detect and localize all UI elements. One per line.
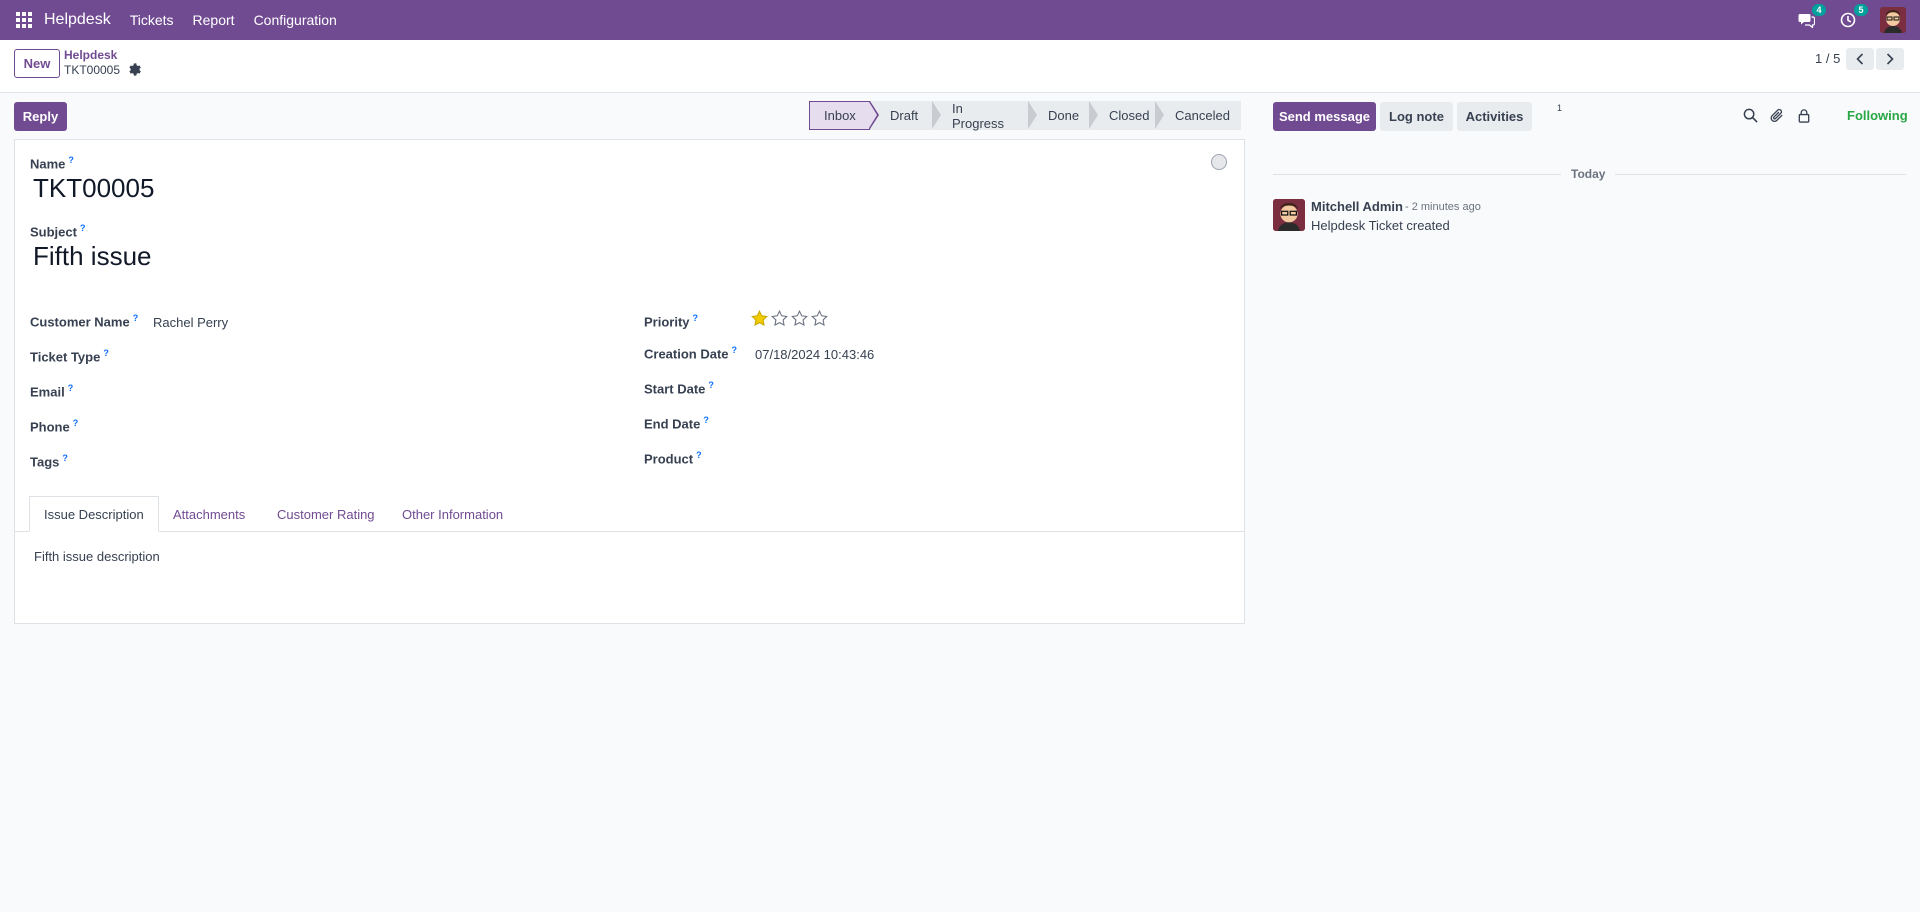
message-author-avatar[interactable] [1273, 199, 1305, 231]
activities-button[interactable]: Activities [1457, 102, 1532, 131]
phone-field[interactable] [153, 418, 593, 436]
user-avatar[interactable] [1880, 7, 1906, 33]
gear-icon[interactable] [128, 63, 142, 77]
log-note-button[interactable]: Log note [1380, 102, 1453, 131]
message-body: Helpdesk Ticket created [1311, 218, 1450, 233]
reply-button[interactable]: Reply [14, 102, 67, 131]
name-label: Name? [30, 155, 74, 172]
pager-previous-button[interactable] [1846, 48, 1874, 70]
stage-statusbar: Inbox Draft In Progress Done Closed Canc… [809, 100, 1241, 131]
name-field[interactable]: TKT00005 [33, 173, 154, 204]
stage-done[interactable]: Done [1028, 101, 1089, 130]
form-sheet: Name? TKT00005 Subject? Fifth issue Cust… [14, 139, 1245, 624]
search-icon[interactable] [1743, 108, 1759, 124]
ticket-type-field[interactable] [153, 348, 593, 366]
paperclip-icon[interactable] [1770, 108, 1786, 124]
stage-label: Canceled [1175, 108, 1230, 123]
star-empty-icon[interactable] [811, 309, 828, 327]
breadcrumb-current: TKT00005 [64, 63, 121, 77]
message-time: - 2 minutes ago [1405, 201, 1481, 213]
stage-canceled[interactable]: Canceled [1155, 101, 1241, 130]
ticket-type-label: Ticket Type? [30, 348, 109, 365]
star-filled-icon[interactable] [751, 309, 768, 327]
notebook-tabs: Issue Description Attachments Customer R… [15, 496, 1244, 532]
start-date-label: Start Date? [644, 380, 714, 397]
stage-label: Done [1048, 108, 1080, 123]
menu-report[interactable]: Report [193, 12, 235, 28]
menu-configuration[interactable]: Configuration [254, 12, 337, 28]
pager-next-button[interactable] [1876, 48, 1904, 70]
top-navbar: Helpdesk Tickets Report Configuration 4 … [0, 0, 1920, 40]
tab-other-information[interactable]: Other Information [402, 496, 503, 532]
message-author[interactable]: Mitchell Admin [1311, 199, 1403, 214]
product-label: Product? [644, 450, 702, 467]
control-panel: New Helpdesk TKT00005 1 / 5 [0, 40, 1920, 93]
chevron-left-icon [1856, 53, 1864, 65]
phone-label: Phone? [30, 418, 79, 435]
email-field[interactable] [153, 383, 593, 401]
activities-clock-icon[interactable]: 5 [1838, 4, 1868, 30]
customer-name-field[interactable]: Rachel Perry [153, 315, 228, 330]
creation-date-label: Creation Date? [644, 345, 738, 362]
following-button[interactable]: Following [1847, 108, 1908, 123]
activities-badge: 5 [1854, 4, 1868, 16]
priority-label: Priority? [644, 313, 699, 330]
followers-lock-icon[interactable] [1797, 108, 1813, 124]
email-label: Email? [30, 383, 74, 400]
customer-name-label: Customer Name? [30, 313, 139, 330]
tags-field[interactable] [153, 453, 593, 471]
star-empty-icon[interactable] [791, 309, 808, 327]
tab-attachments[interactable]: Attachments [173, 496, 245, 532]
priority-widget[interactable] [751, 309, 831, 327]
tab-issue-description[interactable]: Issue Description [29, 496, 159, 532]
star-empty-icon[interactable] [771, 309, 788, 327]
stage-label: Draft [890, 108, 919, 123]
messages-icon[interactable]: 4 [1796, 4, 1826, 30]
followers-count: 1 [1557, 103, 1563, 113]
issue-description-text[interactable]: Fifth issue description [34, 549, 160, 564]
date-divider-label: Today [1561, 167, 1616, 181]
start-date-field[interactable] [755, 380, 1195, 398]
end-date-label: End Date? [644, 415, 709, 432]
chevron-right-icon [1886, 53, 1894, 65]
messages-badge: 4 [1812, 4, 1826, 16]
creation-date-field: 07/18/2024 10:43:46 [755, 347, 875, 362]
stage-label: Inbox [824, 108, 856, 123]
chatter-panel: Send message Log note Activities [1260, 93, 1920, 912]
stage-draft[interactable]: Draft [870, 101, 932, 130]
breadcrumb-parent[interactable]: Helpdesk [64, 48, 117, 62]
send-message-button[interactable]: Send message [1273, 102, 1376, 131]
form-view: Reply Inbox Draft In Progress Done Close… [0, 93, 1260, 912]
new-button[interactable]: New [14, 49, 60, 78]
apps-menu-icon[interactable] [15, 11, 33, 29]
stage-inbox[interactable]: Inbox [809, 101, 879, 130]
stage-in-progress[interactable]: In Progress [932, 100, 1028, 131]
subject-label: Subject? [30, 223, 86, 240]
app-brand[interactable]: Helpdesk [44, 11, 111, 29]
menu-tickets[interactable]: Tickets [130, 12, 174, 28]
tags-label: Tags? [30, 453, 68, 470]
tab-customer-rating[interactable]: Customer Rating [277, 496, 375, 532]
stage-label: Closed [1109, 108, 1150, 123]
pager-value[interactable]: 1 / 5 [1815, 51, 1840, 66]
stage-closed[interactable]: Closed [1089, 101, 1155, 130]
end-date-field[interactable] [755, 415, 1195, 433]
stage-label: In Progress [952, 100, 1005, 131]
subject-field[interactable]: Fifth issue [33, 241, 152, 272]
kanban-state-toggle[interactable] [1211, 154, 1227, 170]
product-field[interactable] [755, 450, 1195, 468]
